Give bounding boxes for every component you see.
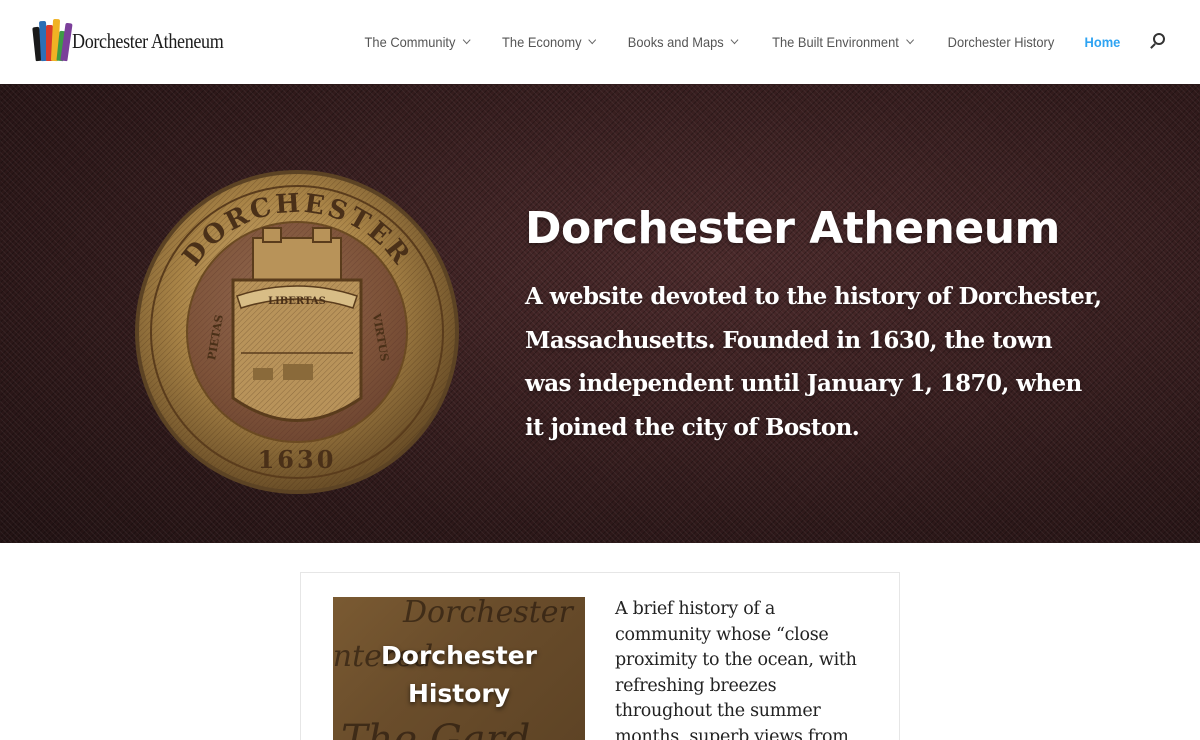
- dorchester-seal-image: DORCHESTER LIBERTAS PIETAS VIRTUS 1630: [135, 170, 459, 494]
- search-icon[interactable]: [1148, 32, 1168, 52]
- nav-item-home[interactable]: Home: [1085, 34, 1121, 50]
- history-card-title: Dorchester History: [381, 641, 537, 708]
- chevron-down-icon: [462, 35, 471, 45]
- site-header: Dorchester Atheneum The Community The Ec…: [0, 0, 1200, 84]
- nav-item-label: The Built Environment: [772, 34, 900, 50]
- nav-item-the-community[interactable]: The Community: [364, 34, 471, 50]
- chevron-down-icon: [731, 35, 739, 45]
- seal-year-text: 1630: [258, 445, 337, 474]
- script-text: Dorchester: [403, 597, 573, 630]
- nav-item-label: Home: [1084, 34, 1121, 50]
- nav-item-label: Dorchester History: [947, 34, 1055, 50]
- nav-item-label: The Community: [364, 34, 456, 50]
- nav-item-the-built-environment[interactable]: The Built Environment: [772, 34, 915, 50]
- nav-item-label: Books and Maps: [627, 34, 724, 50]
- history-card-image[interactable]: Dorchester entered The Gard Dorchester H…: [333, 597, 585, 740]
- site-logo[interactable]: Dorchester Atheneum: [32, 18, 248, 64]
- nav-item-books-and-maps[interactable]: Books and Maps: [627, 34, 739, 50]
- nav-item-label: The Economy: [501, 34, 582, 50]
- logo-text: Dorchester Atheneum: [72, 28, 224, 53]
- history-card-text: A brief history of a community whose “cl…: [615, 599, 857, 740]
- nav-item-dorchester-history[interactable]: Dorchester History: [948, 34, 1055, 50]
- nav-item-the-economy[interactable]: The Economy: [501, 34, 597, 50]
- main-nav: The Community The Economy Books and Maps…: [336, 0, 1200, 84]
- seal-banner-text: LIBERTAS: [268, 296, 326, 307]
- history-card: Dorchester entered The Gard Dorchester H…: [300, 572, 900, 740]
- chevron-down-icon: [906, 35, 915, 45]
- hero-title: Dorchester Atheneum: [525, 203, 1060, 254]
- logo-paint-icon: [32, 18, 73, 63]
- chevron-down-icon: [588, 35, 597, 45]
- script-text: The Gard: [341, 717, 531, 740]
- hero-subtitle: A website devoted to the history of Dorc…: [525, 283, 1102, 441]
